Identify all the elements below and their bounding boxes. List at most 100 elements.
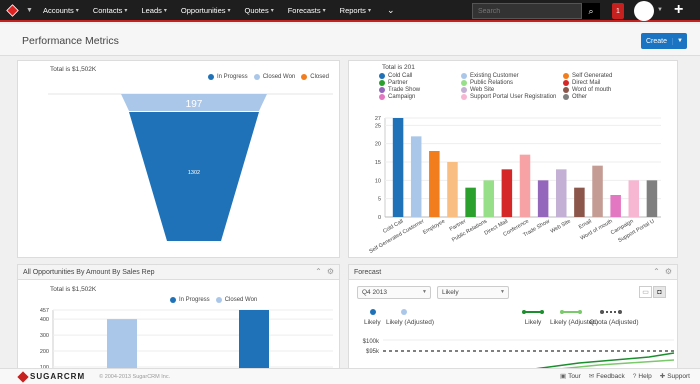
more-modules-icon[interactable]: ⌄ — [387, 5, 395, 16]
y-tick-label: 20 — [375, 142, 381, 148]
bar-other[interactable] — [646, 180, 658, 217]
nav-item-label: Opportunities — [180, 5, 226, 15]
chevron-down-icon[interactable]: ▼ — [26, 7, 33, 14]
x-tick-label: Employee — [422, 219, 446, 236]
legend-label[interactable]: Quota (Adjusted) — [589, 319, 638, 326]
footer-link-support[interactable]: ✚ Support — [659, 372, 690, 381]
legend-label[interactable]: Likely — [525, 319, 542, 326]
top-nav: ▼ Accounts ▾ Contacts ▾ Leads ▾ Opportunities ▾… — [0, 0, 700, 22]
nav-item-forecasts[interactable]: Forecasts ▾ — [288, 6, 326, 15]
footer-link-tour[interactable]: ▣ Tour — [560, 372, 581, 381]
footer-brand: SUGARCRM — [30, 372, 86, 381]
footer-link-label: Support — [667, 372, 690, 380]
legend-dot — [401, 309, 407, 315]
x-tick-label: Email — [578, 219, 593, 231]
legend-label[interactable]: Likely — [364, 319, 381, 326]
bar-direct-mail[interactable] — [501, 169, 513, 217]
footer: SUGARCRM © 2004-2013 SugarCRM Inc. ▣ Tour… — [0, 368, 700, 384]
bar-campaign[interactable] — [610, 195, 621, 217]
opportunities-dashlet: All Opportunities By Amount By Sales Rep… — [17, 264, 340, 370]
cube-icon — [5, 3, 19, 17]
funnel-label-in-progress: 1302 — [188, 170, 200, 176]
bar-word-of-mouth[interactable] — [574, 187, 585, 217]
x-tick-label: Web Site — [550, 219, 572, 235]
footer-link-feedback[interactable]: ✉ Feedback — [588, 372, 625, 381]
module-nav: Accounts ▾ Contacts ▾ Leads ▾ Opportunities ▾ Qu… — [43, 6, 385, 15]
notification-badge[interactable]: 1 — [612, 3, 624, 19]
help-icon: ? — [632, 372, 637, 380]
chevron-down-icon[interactable]: ▾ — [76, 7, 79, 14]
legend-marker — [618, 310, 622, 314]
legend-dot — [370, 309, 376, 315]
bar-support-portal-user-registration[interactable] — [628, 180, 640, 217]
chevron-down-icon[interactable]: ▾ — [271, 7, 274, 14]
nav-item-quotes[interactable]: Quotes ▾ — [245, 6, 274, 15]
sugar-cube-icon — [17, 371, 29, 383]
legend-label[interactable]: Likely (Adjusted) — [386, 319, 434, 326]
nav-item-reports[interactable]: Reports ▾ — [340, 6, 371, 15]
bar-existing-customer[interactable] — [410, 136, 422, 217]
nav-item-label: Accounts — [42, 5, 74, 15]
bar-email[interactable] — [592, 165, 603, 217]
legend-marker — [578, 310, 582, 314]
legend-marker — [540, 310, 544, 314]
funnel-chart: 197 1302 — [48, 93, 333, 241]
funnel-segment-in-progress[interactable] — [129, 112, 259, 241]
y-tick-label: 15 — [375, 160, 381, 166]
footer-link-label: Feedback — [596, 372, 625, 380]
search-input[interactable] — [472, 3, 582, 19]
bar-self-generated[interactable] — [429, 151, 440, 217]
bar-partner[interactable] — [465, 187, 476, 217]
y-tick-label: 457 — [40, 308, 49, 314]
bar-public-relations[interactable] — [483, 180, 494, 217]
bar-web-site[interactable] — [556, 169, 567, 217]
y-tick-label: 200 — [40, 349, 49, 355]
page-header: Performance Metrics Create ▼ — [0, 24, 700, 56]
y-tick-label: 10 — [375, 178, 381, 184]
bar-conference[interactable] — [519, 154, 531, 217]
nav-item-label: Leads — [141, 5, 162, 15]
create-button-label: Create — [641, 37, 673, 45]
y-tick-label: $100k — [363, 339, 380, 345]
opps-chart: 457400300200100 — [40, 308, 333, 370]
support-icon: ✚ — [659, 373, 666, 380]
footer-links: ▣ Tour ✉ Feedback? Help ✚ Support — [560, 372, 690, 381]
y-tick-label: 0 — [378, 215, 381, 221]
nav-item-opportunities[interactable]: Opportunities ▾ — [181, 6, 231, 15]
quick-create-icon[interactable]: + — [674, 1, 683, 19]
search-icon[interactable]: ⌕ — [582, 3, 600, 19]
y-tick-label: 5 — [378, 197, 381, 203]
chevron-down-icon[interactable]: ▾ — [124, 7, 127, 14]
footer-link-label: Tour — [568, 372, 581, 380]
nav-item-accounts[interactable]: Accounts ▾ — [43, 6, 79, 15]
forecast-chart: Likely Likely (Adjusted) Likely Likely (Adj… — [363, 309, 675, 369]
bar-trade-show[interactable] — [537, 180, 549, 217]
avatar[interactable] — [634, 1, 654, 21]
bar-employee[interactable] — [447, 162, 458, 217]
create-button[interactable]: Create ▼ — [641, 33, 687, 49]
footer-link-label: Help — [638, 372, 652, 380]
chevron-down-icon[interactable]: ▾ — [368, 7, 371, 14]
feedback-icon: ✉ — [588, 373, 595, 380]
chevron-down-icon[interactable]: ▼ — [673, 38, 687, 44]
nav-item-label: Reports — [339, 5, 366, 15]
lead-source-chart: 051015202527Cold CallSelf Generated Cust… — [368, 116, 661, 255]
bar-cold-call[interactable] — [392, 118, 404, 217]
nav-item-label: Forecasts — [287, 5, 321, 15]
legend-marker — [560, 310, 564, 314]
chevron-down-icon[interactable]: ▾ — [323, 7, 326, 14]
footer-link-help[interactable]: ? Help — [633, 372, 652, 380]
legend-marker — [600, 310, 604, 314]
nav-item-label: Quotes — [244, 5, 269, 15]
chevron-down-icon[interactable]: ▾ — [228, 7, 231, 14]
page-title: Performance Metrics — [22, 35, 119, 47]
chevron-down-icon[interactable]: ▾ — [164, 7, 167, 14]
bar-closed-won[interactable] — [107, 319, 137, 370]
y-tick-label: 27 — [375, 116, 381, 122]
chevron-down-icon[interactable]: ▼ — [657, 7, 663, 13]
bar-in-progress[interactable] — [239, 310, 269, 370]
forecast-dashlet: Forecast ⌃ ⚙ Q4 2013 ▼ Likely ▼ ▭ ◘ Likely L… — [348, 264, 678, 370]
nav-item-contacts[interactable]: Contacts ▾ — [93, 6, 128, 15]
nav-item-leads[interactable]: Leads ▾ — [141, 6, 166, 15]
sugar-logo[interactable] — [0, 0, 24, 21]
